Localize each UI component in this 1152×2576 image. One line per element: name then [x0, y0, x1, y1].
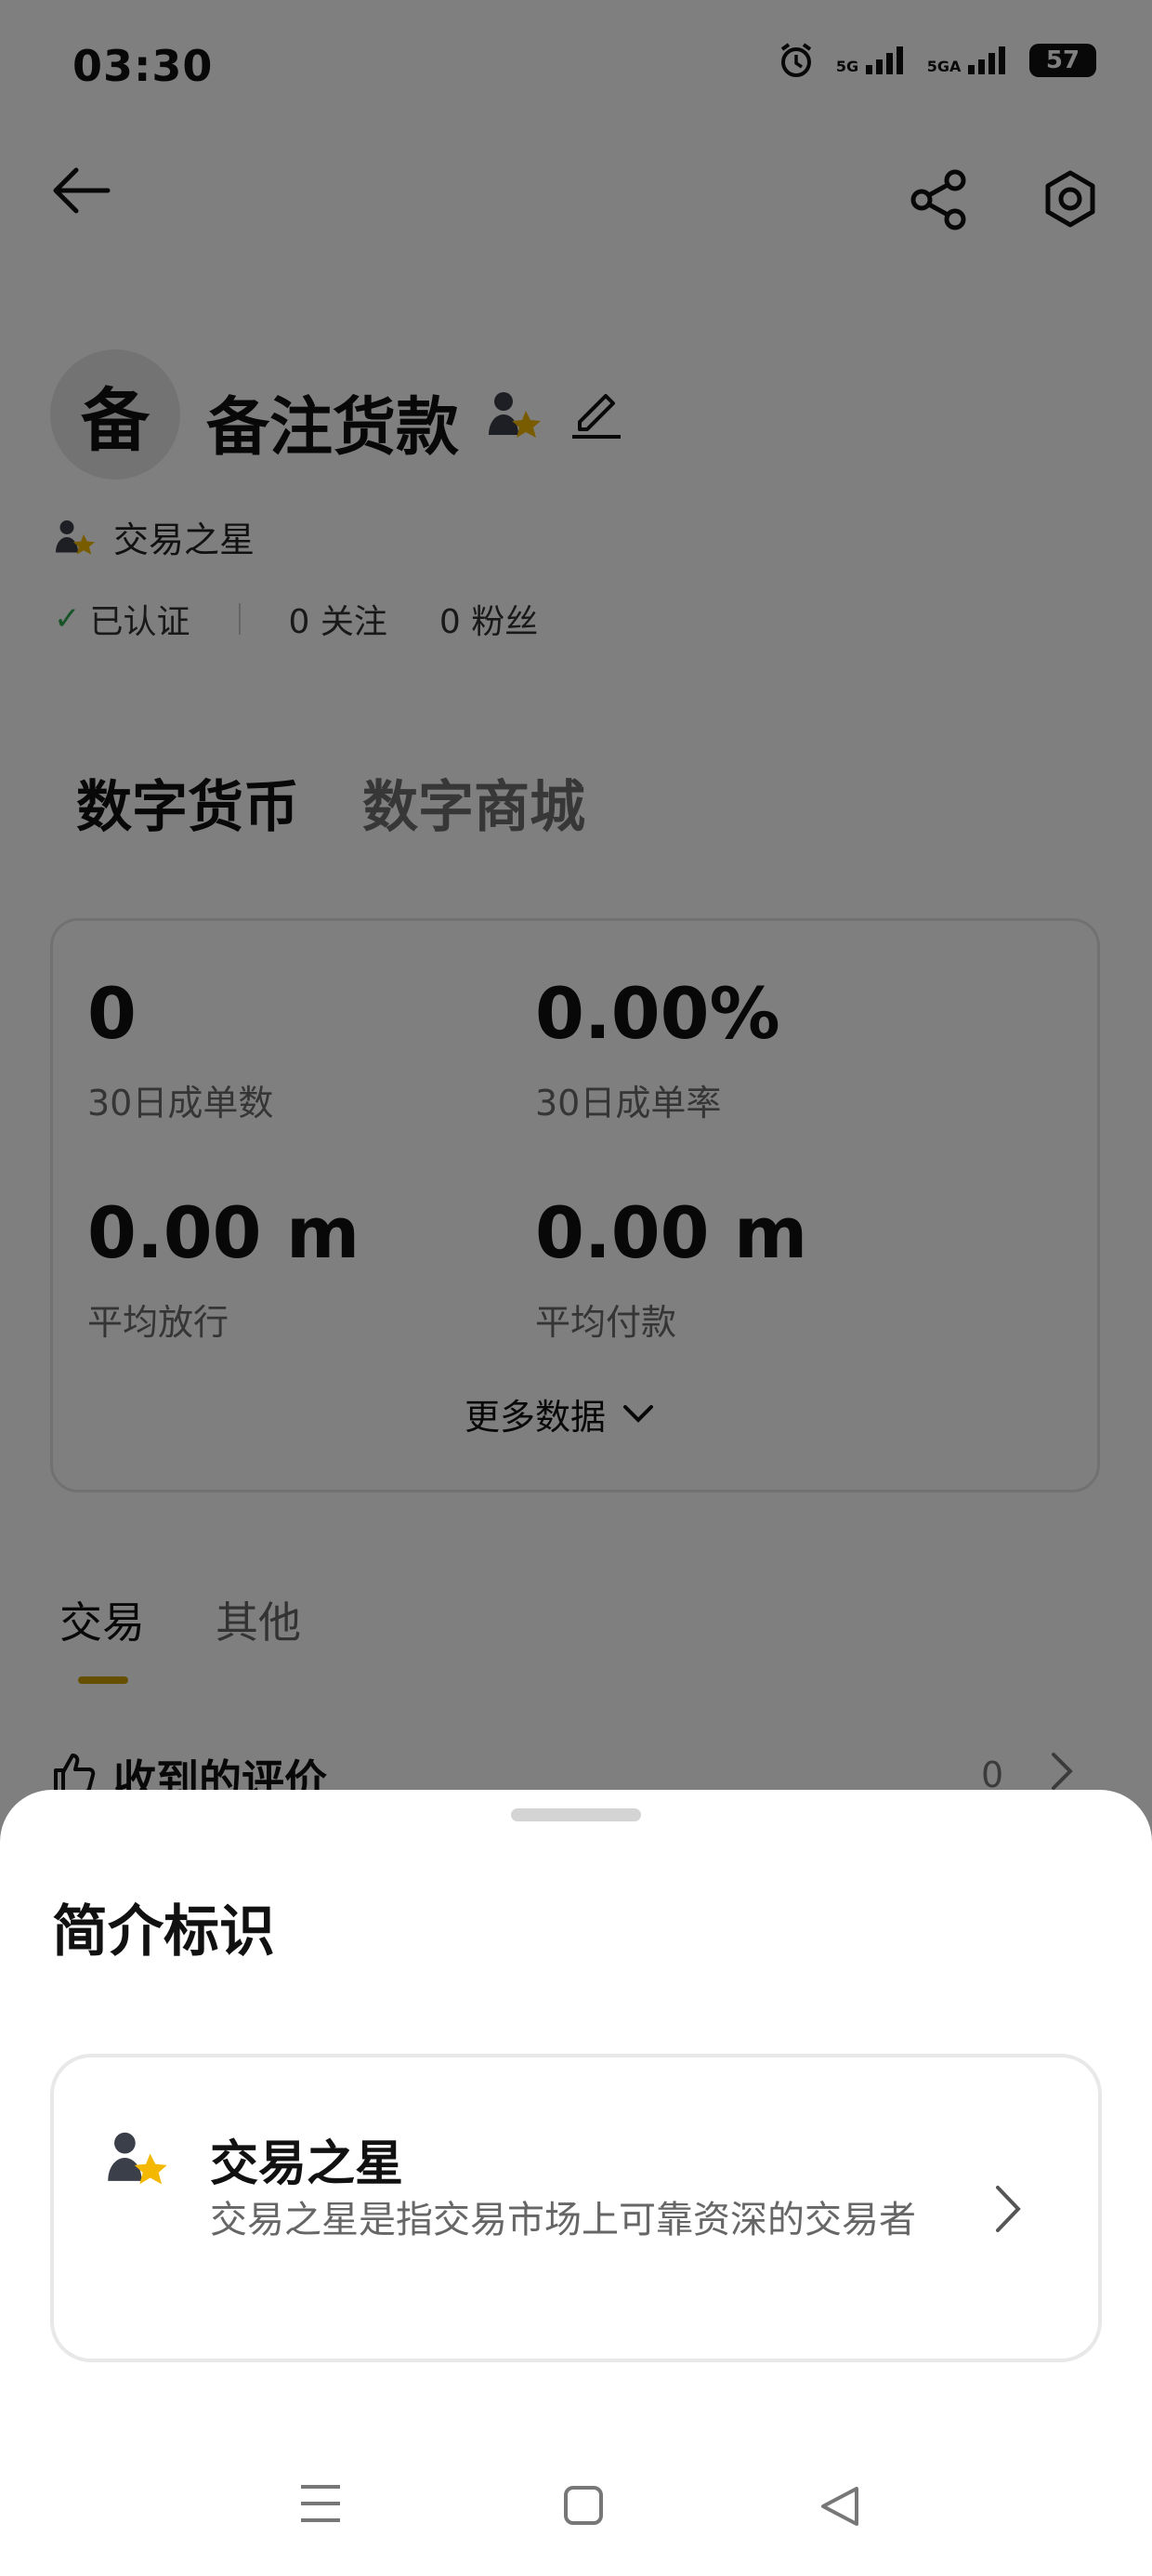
sheet-title: 简介标识 [52, 1899, 275, 1965]
badge-info-description: 交易之星是指交易市场上可靠资深的交易者 [210, 2199, 916, 2241]
sheet-drag-handle[interactable] [511, 1808, 641, 1821]
badge-info-name: 交易之星 [210, 2136, 404, 2192]
back-triangle-icon[interactable] [819, 2485, 862, 2528]
trader-star-icon [106, 2128, 169, 2188]
chevron-right-icon[interactable] [994, 2184, 1024, 2234]
home-icon[interactable] [563, 2485, 604, 2526]
menu-icon[interactable] [299, 2483, 342, 2524]
